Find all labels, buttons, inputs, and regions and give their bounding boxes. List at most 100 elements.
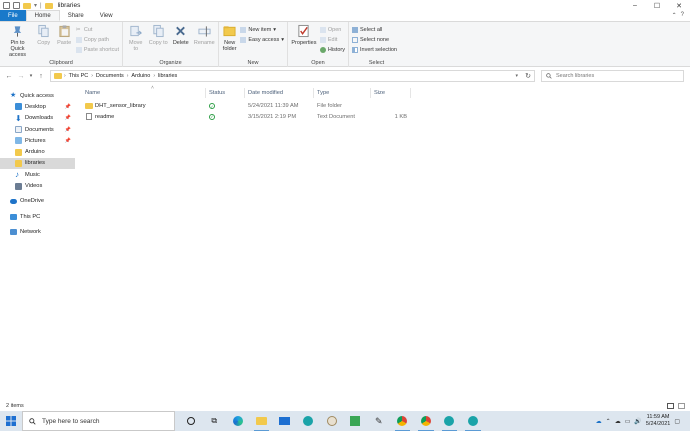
paste-shortcut-button[interactable]: Paste shortcut — [75, 45, 119, 54]
table-row[interactable]: DHT_sensor_library ✓ 5/24/2021 11:39 AM … — [82, 101, 412, 111]
chevron-right-icon[interactable]: › — [91, 73, 93, 79]
search-input[interactable]: Search libraries — [556, 73, 594, 79]
compass-app-icon — [326, 416, 337, 426]
chrome-button[interactable] — [414, 411, 438, 431]
column-header-name[interactable]: Name — [85, 88, 100, 98]
edit-button[interactable]: Edit — [319, 35, 345, 44]
arduino-button[interactable] — [438, 411, 462, 431]
invert-selection-label: Invert selection — [360, 46, 397, 53]
table-row[interactable]: readme ✓ 3/15/2021 2:19 PM Text Document… — [82, 112, 412, 122]
chevron-down-icon: ▾ — [281, 36, 284, 43]
properties-icon[interactable] — [3, 2, 10, 9]
history-button[interactable]: History — [319, 45, 345, 54]
select-none-button[interactable]: Select none — [352, 35, 397, 44]
column-divider[interactable] — [205, 88, 206, 98]
file-explorer-button[interactable] — [250, 411, 274, 431]
large-icons-view-icon[interactable] — [678, 403, 685, 409]
up-arrow-icon[interactable]: ↑ — [35, 73, 47, 80]
tab-share[interactable]: Share — [60, 10, 92, 21]
arduino-button[interactable] — [297, 411, 321, 431]
help-icon[interactable]: ? — [681, 12, 684, 19]
column-header-size[interactable]: Size — [374, 88, 385, 98]
address-dropdown-icon[interactable]: ▾ — [515, 73, 518, 79]
tab-view[interactable]: View — [92, 10, 121, 21]
nav-item-documents[interactable]: Documents 📌 — [0, 124, 75, 135]
new-folder-icon[interactable] — [23, 2, 31, 9]
chevron-down-icon[interactable]: ▾ — [34, 2, 37, 9]
show-hidden-icons-icon[interactable]: ⌃ — [606, 418, 611, 425]
invert-selection-button[interactable]: Invert selection — [352, 45, 397, 54]
recent-locations-icon[interactable]: ▾ — [27, 73, 35, 79]
tab-home[interactable]: Home — [25, 10, 60, 21]
collapse-ribbon-icon[interactable]: ⌃ — [672, 12, 677, 19]
close-button[interactable]: ✕ — [668, 0, 690, 11]
nav-item-pictures[interactable]: Pictures 📌 — [0, 135, 75, 146]
cloud-icon[interactable]: ☁ — [615, 418, 621, 425]
maximize-button[interactable]: ☐ — [646, 0, 668, 11]
clock[interactable]: 11:59 AM 5/24/2021 — [646, 414, 670, 428]
chrome-button[interactable] — [391, 411, 415, 431]
edge-button[interactable] — [226, 411, 250, 431]
taskbar-search-input[interactable]: Type here to search — [42, 418, 99, 425]
chevron-right-icon[interactable]: › — [127, 73, 129, 79]
chevron-right-icon[interactable]: › — [64, 73, 66, 79]
nav-item-network[interactable]: Network — [0, 226, 75, 237]
new-item-button[interactable]: New item ▾ — [240, 25, 284, 34]
select-all-button[interactable]: Select all — [352, 25, 397, 34]
refresh-icon[interactable]: ↻ — [525, 72, 531, 80]
nav-item-libraries[interactable]: libraries — [0, 157, 75, 170]
tab-file[interactable]: File — [0, 10, 26, 21]
network-icon[interactable]: ▭ — [625, 418, 631, 425]
navigation-bar: ← → ▾ ↑ › This PC › Documents › Arduino … — [0, 67, 690, 85]
column-divider[interactable] — [244, 88, 245, 98]
select-none-icon — [352, 36, 358, 43]
cut-button[interactable]: ✂ Cut — [76, 25, 119, 34]
start-button[interactable] — [0, 411, 22, 431]
nav-item-this-pc[interactable]: This PC — [0, 211, 75, 222]
column-divider[interactable] — [313, 88, 314, 98]
arduino-button[interactable] — [461, 411, 485, 431]
nav-item-arduino[interactable]: Arduino — [0, 146, 75, 157]
breadcrumb-this-pc[interactable]: This PC — [69, 73, 89, 79]
mail-button[interactable] — [273, 411, 297, 431]
app-button[interactable] — [320, 411, 344, 431]
nav-item-downloads[interactable]: ⬇ Downloads 📌 — [0, 113, 75, 124]
nav-item-music[interactable]: ♪ Music — [0, 169, 75, 180]
cortana-button[interactable] — [179, 411, 203, 431]
easy-access-button[interactable]: Easy access ▾ — [240, 35, 284, 44]
app-button[interactable] — [344, 411, 368, 431]
column-divider[interactable] — [370, 88, 371, 98]
file-type: File folder — [317, 103, 342, 109]
forward-arrow-icon[interactable]: → — [15, 73, 27, 80]
search-box[interactable]: Search libraries — [541, 70, 684, 82]
column-header-date-modified[interactable]: Date modified — [248, 88, 283, 98]
nav-item-label: Downloads — [25, 115, 54, 122]
green-app-icon — [350, 416, 361, 426]
minimize-button[interactable]: – — [624, 0, 646, 11]
move-to-label: Move to — [129, 40, 143, 52]
column-header-status[interactable]: Status — [209, 88, 225, 98]
nav-item-desktop[interactable]: Desktop 📌 — [0, 101, 75, 112]
address-bar[interactable]: › This PC › Documents › Arduino › librar… — [50, 70, 535, 82]
weather-icon[interactable]: ☁ — [596, 418, 602, 425]
task-view-button[interactable]: ⧉ — [203, 411, 227, 431]
breadcrumb-libraries[interactable]: libraries — [158, 73, 177, 79]
videos-icon — [15, 182, 22, 190]
copy-path-button[interactable]: Copy path — [75, 35, 119, 44]
volume-icon[interactable]: 🔊 — [634, 418, 641, 425]
back-arrow-icon[interactable]: ← — [3, 73, 15, 80]
chevron-right-icon[interactable]: › — [153, 73, 155, 79]
nav-item-onedrive[interactable]: OneDrive — [0, 196, 75, 207]
nav-item-videos[interactable]: Videos — [0, 180, 75, 191]
download-icon: ⬇ — [15, 113, 22, 123]
column-divider[interactable] — [410, 88, 411, 98]
column-header-type[interactable]: Type — [317, 88, 329, 98]
breadcrumb-arduino[interactable]: Arduino — [131, 73, 150, 79]
breadcrumb-documents[interactable]: Documents — [96, 73, 124, 79]
app-button[interactable]: ✎ — [367, 411, 391, 431]
notifications-icon[interactable]: ▢ — [674, 418, 680, 425]
checkmark-icon[interactable] — [13, 2, 20, 9]
details-view-icon[interactable] — [667, 403, 674, 409]
open-button[interactable]: Open — [319, 25, 345, 34]
taskbar-search[interactable]: Type here to search — [22, 411, 175, 431]
